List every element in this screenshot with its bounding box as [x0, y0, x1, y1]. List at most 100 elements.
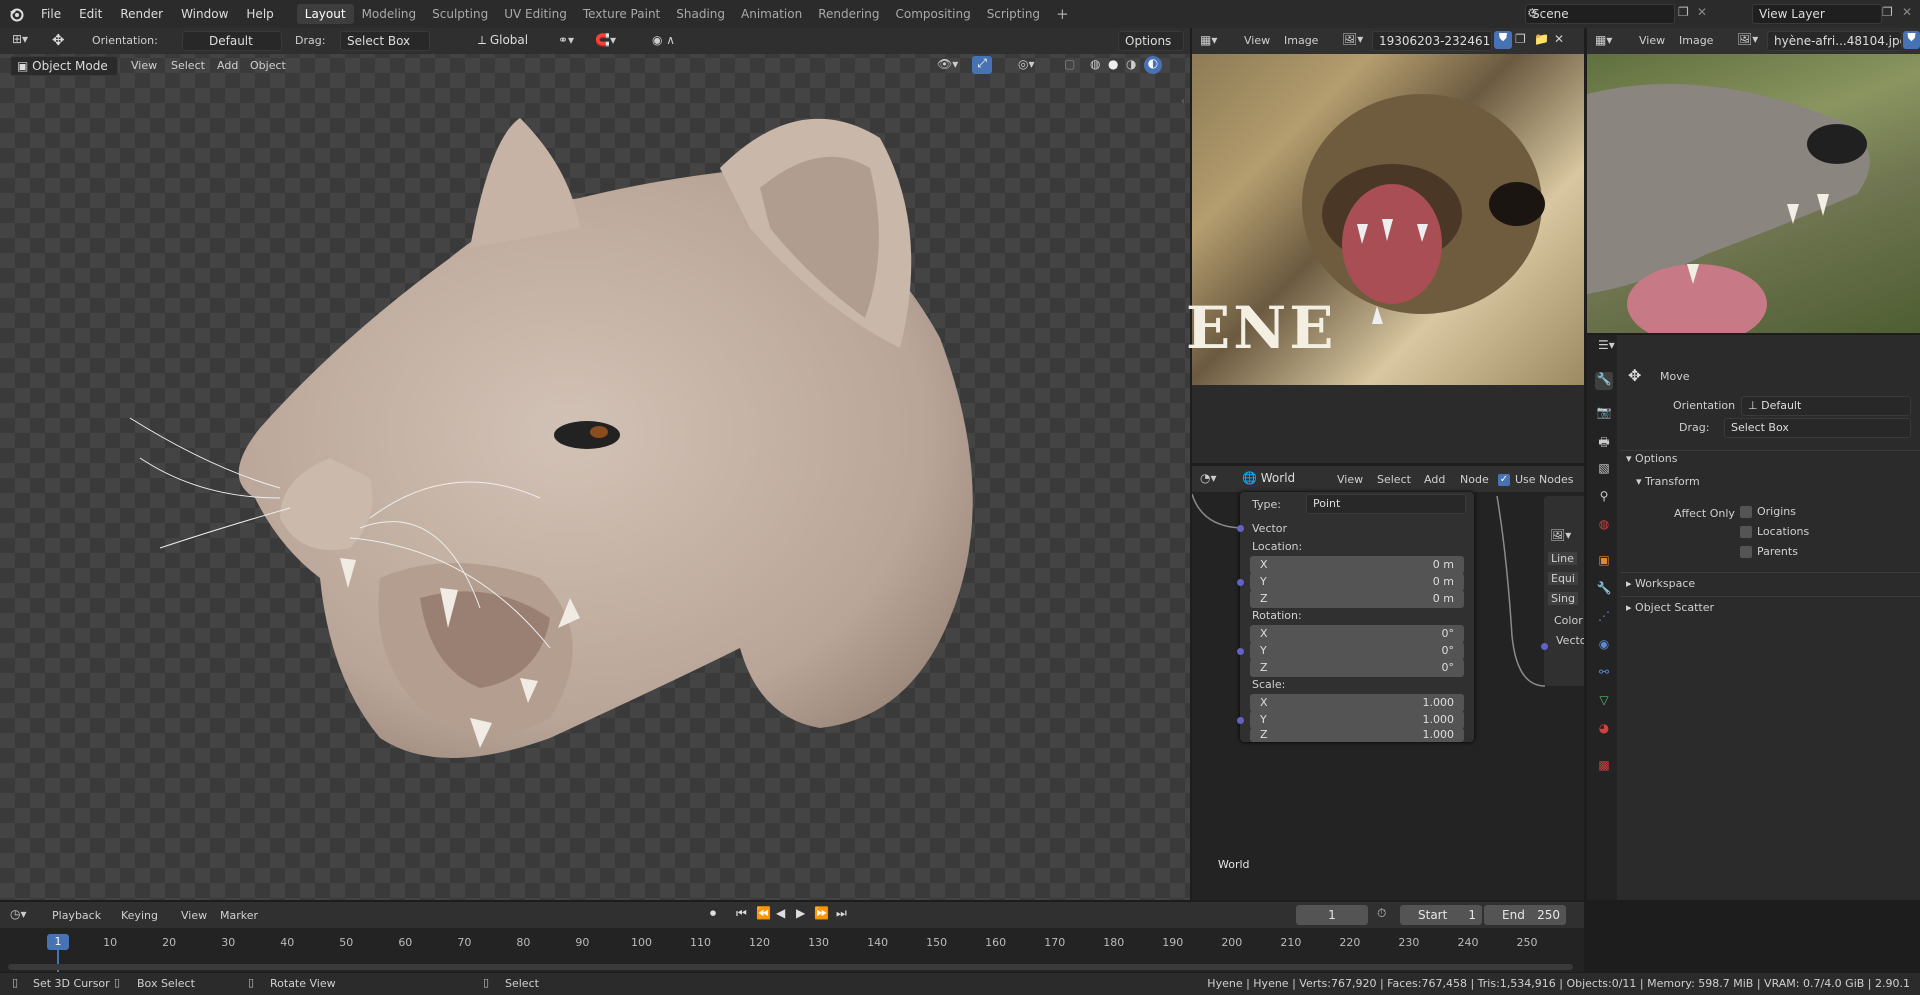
image-browse-icon[interactable]: 🖼▾ [1342, 32, 1363, 46]
scene-tab-icon[interactable]: ⚲ [1595, 489, 1613, 507]
workspace-panel-header[interactable]: ▸ Workspace [1620, 572, 1920, 592]
image-2-name-field[interactable]: hyène-afri...48104.jpg [1767, 31, 1902, 51]
tab-modeling[interactable]: Modeling [354, 4, 425, 24]
preview-range-icon[interactable]: ⏱ [1377, 906, 1386, 921]
tab-sculpting[interactable]: Sculpting [424, 4, 496, 24]
location-y-field[interactable]: Y 0 m [1250, 573, 1464, 591]
proportional-edit-icon[interactable]: ◉ ∧ [652, 33, 675, 47]
timeline-menu-keying[interactable]: Keying [121, 909, 158, 922]
node2-item-sing[interactable]: Sing [1548, 592, 1578, 605]
image-name-field[interactable]: 19306203-232461... [1372, 31, 1492, 51]
image-editor-2-type-icon[interactable]: ▦▾ [1595, 33, 1612, 47]
viewport-menu-select[interactable]: Select [171, 59, 205, 72]
transform-subpanel-header[interactable]: ▾ Transform [1636, 474, 1916, 492]
rotation-y-field[interactable]: Y 0° [1250, 642, 1464, 660]
viewport-menu-view[interactable]: View [131, 59, 157, 72]
parents-checkbox[interactable]: Parents [1740, 545, 1798, 558]
rotation-input-socket[interactable] [1237, 648, 1244, 655]
scale-z-field[interactable]: Z 1.000 [1250, 728, 1464, 742]
tool-tab-icon[interactable]: 🔧 [1595, 372, 1613, 390]
timeline-menu-marker[interactable]: Marker [220, 909, 258, 922]
texture-vector-socket[interactable] [1541, 643, 1548, 650]
remove-view-layer-icon[interactable]: ✕ [1902, 5, 1912, 19]
remove-scene-icon[interactable]: ✕ [1697, 5, 1707, 19]
constraints-tab-icon[interactable]: ⚯ [1595, 665, 1613, 683]
output-tab-icon[interactable]: 🖶 [1595, 433, 1613, 451]
gizmo-icon[interactable]: ⤢ [972, 56, 992, 74]
image-editor-2-menu-image[interactable]: Image [1679, 34, 1713, 47]
rendered-shading-icon[interactable]: ◐ [1144, 56, 1162, 74]
timeline-editor-type-icon[interactable]: ◷▾ [10, 907, 27, 921]
texture-node-image-icon[interactable]: 🖼▾ [1550, 528, 1571, 542]
current-frame-field[interactable]: 1 [1296, 905, 1368, 925]
blender-logo-icon[interactable] [6, 4, 26, 24]
rotation-z-field[interactable]: Z 0° [1250, 659, 1464, 677]
tab-uv-editing[interactable]: UV Editing [496, 4, 575, 24]
viewport-3d[interactable]: ⊞▾ ✥ Orientation: Default Drag: Select B… [0, 28, 1190, 900]
image-2-browse-icon[interactable]: 🖼▾ [1737, 32, 1758, 46]
jump-end-icon[interactable]: ⏭ [836, 906, 847, 921]
timeline-menu-view[interactable]: View [181, 909, 207, 922]
move-tool-icon[interactable]: ✥ [52, 31, 65, 49]
rotation-x-field[interactable]: X 0° [1250, 625, 1464, 643]
viewport-menu-object[interactable]: Object [250, 59, 286, 72]
timeline-scrollbar[interactable] [8, 964, 1573, 970]
viewport-menu-add[interactable]: Add [217, 59, 238, 72]
menu-help[interactable]: Help [237, 7, 282, 21]
render-tab-icon[interactable]: 📷 [1595, 405, 1613, 423]
mapping-node[interactable]: Type: Point Vector Location: X 0 m Y 0 m Z… [1240, 492, 1474, 742]
view-layer-selector[interactable]: View Layer [1752, 4, 1882, 24]
menu-render[interactable]: Render [111, 7, 172, 21]
timeline-ruler[interactable]: 1102030405060708090100110120130140150160… [0, 928, 1584, 972]
origins-checkbox[interactable]: Origins [1740, 505, 1796, 518]
drag-dropdown[interactable]: Select Box [340, 31, 430, 51]
material-shading-icon[interactable]: ◑ [1126, 57, 1136, 71]
texture-tab-icon[interactable]: ▩ [1595, 758, 1613, 776]
tab-scripting[interactable]: Scripting [979, 4, 1048, 24]
texture-node[interactable]: 🖼▾ Line Equi Sing Color Vecto [1544, 496, 1584, 686]
pivot-icon[interactable]: ⚭▾ [558, 33, 574, 47]
image-editor-1-menu-view[interactable]: View [1244, 34, 1270, 47]
tab-layout[interactable]: Layout [296, 4, 354, 24]
solid-shading-icon[interactable]: ● [1108, 57, 1118, 71]
scale-input-socket[interactable] [1237, 717, 1244, 724]
menu-edit[interactable]: Edit [70, 7, 111, 21]
tab-texture-paint[interactable]: Texture Paint [575, 4, 668, 24]
scale-x-field[interactable]: X 1.000 [1250, 694, 1464, 712]
physics-tab-icon[interactable]: ◉ [1595, 637, 1613, 655]
record-icon[interactable]: ⏺ [710, 906, 716, 921]
jump-start-icon[interactable]: ⏮ [736, 906, 747, 921]
tab-animation[interactable]: Animation [733, 4, 810, 24]
menu-file[interactable]: File [32, 7, 70, 21]
wireframe-shading-icon[interactable]: ◍ [1090, 57, 1100, 71]
play-icon[interactable]: ▶ [796, 906, 805, 920]
image-2-fake-user-icon[interactable]: ⛊ [1903, 31, 1920, 49]
view-layer-tab-icon[interactable]: ▧ [1595, 461, 1613, 479]
scale-y-field[interactable]: Y 1.000 [1250, 711, 1464, 729]
modifier-tab-icon[interactable]: 🔧 [1595, 581, 1613, 599]
image-editor-type-icon[interactable]: ▦▾ [1200, 33, 1217, 47]
node-editor[interactable]: ◔▾ 🌐 World View Select Add Node ✓ Use Nod… [1192, 466, 1584, 900]
tab-rendering[interactable]: Rendering [810, 4, 887, 24]
editor-type-icon[interactable]: ⊞▾ [12, 32, 28, 46]
viewport-collapse-icon[interactable]: ‹ [1181, 96, 1185, 107]
node-type-dropdown[interactable]: Point [1306, 494, 1466, 514]
end-frame-field[interactable]: End 250 [1484, 905, 1566, 925]
play-reverse-icon[interactable]: ◀ [776, 906, 785, 920]
node2-item-equi[interactable]: Equi [1548, 572, 1578, 585]
prev-keyframe-icon[interactable]: ⏪ [756, 906, 771, 920]
world-tab-icon[interactable]: ◍ [1595, 517, 1613, 535]
new-image-icon[interactable]: ❐ [1515, 32, 1526, 46]
start-frame-field[interactable]: Start 1 [1400, 905, 1482, 925]
add-workspace-icon[interactable]: + [1048, 4, 1077, 24]
fake-user-icon[interactable]: ⛊ [1494, 31, 1512, 49]
orientation-dropdown[interactable]: Default [182, 31, 282, 51]
data-tab-icon[interactable]: ▽ [1595, 693, 1613, 711]
menu-window[interactable]: Window [172, 7, 237, 21]
timeline-menu-playback[interactable]: Playback [52, 909, 101, 922]
location-z-field[interactable]: Z 0 m [1250, 590, 1464, 608]
location-input-socket[interactable] [1237, 579, 1244, 586]
image-editor-1-menu-image[interactable]: Image [1284, 34, 1318, 47]
image-editor-2[interactable]: ▦▾ View Image 🖼▾ hyène-afri...48104.jpg … [1587, 28, 1920, 333]
options-dropdown[interactable]: Options [1118, 31, 1184, 51]
